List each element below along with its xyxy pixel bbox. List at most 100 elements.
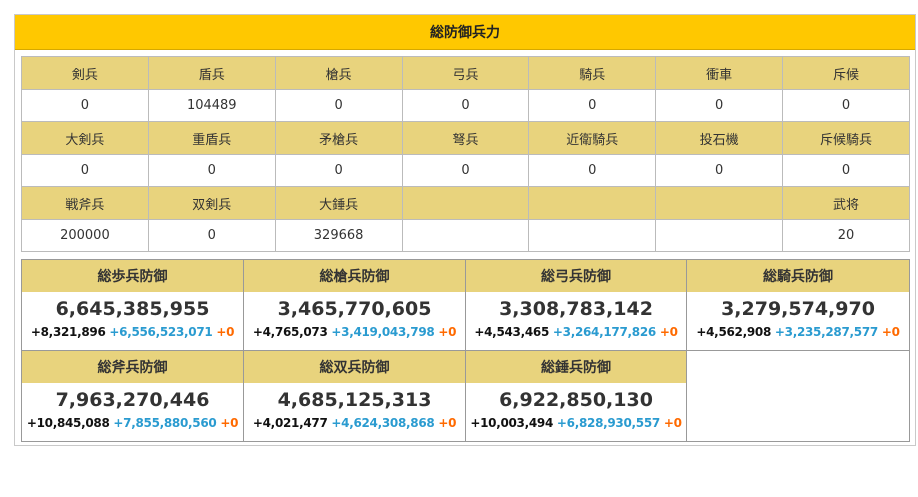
defense-bonus: +3,419,043,798 <box>331 325 435 339</box>
unit-count: 104489 <box>147 89 276 122</box>
unit-header: 大錘兵 <box>274 186 403 220</box>
unit-count: 0 <box>274 89 403 122</box>
unit-header: 重盾兵 <box>147 121 276 155</box>
unit-header-empty <box>401 186 530 220</box>
unit-count: 0 <box>655 89 784 122</box>
unit-count: 200000 <box>21 219 149 252</box>
unit-header: 武将 <box>782 186 910 220</box>
defense-total-label: 総斧兵防御 <box>22 351 243 383</box>
unit-count: 0 <box>147 219 276 252</box>
unit-header: 斥候騎兵 <box>782 121 910 155</box>
unit-count: 0 <box>528 89 657 122</box>
defense-total-label: 総騎兵防御 <box>687 260 909 292</box>
unit-value-row: 0 104489 0 0 0 0 0 <box>21 89 910 122</box>
defense-breakdown: +4,562,908 +3,235,287,577 +0 <box>687 325 909 339</box>
unit-value-row: 0 0 0 0 0 0 0 <box>21 154 910 187</box>
unit-header-empty <box>528 186 657 220</box>
unit-count: 0 <box>528 154 657 187</box>
defense-extra: +0 <box>438 416 457 430</box>
defense-bonus: +3,264,177,826 <box>552 325 656 339</box>
unit-header: 近衛騎兵 <box>528 121 657 155</box>
unit-count-empty <box>655 219 784 252</box>
defense-total-label: 総双兵防御 <box>244 351 465 383</box>
defense-breakdown: +10,003,494 +6,828,930,557 +0 <box>466 416 686 430</box>
defense-total-label: 総弓兵防御 <box>466 260 686 292</box>
unit-count: 0 <box>655 154 784 187</box>
defense-total-value: 3,308,783,142 <box>499 298 653 320</box>
unit-count-empty <box>401 219 530 252</box>
defense-total-value: 7,963,270,446 <box>55 389 210 411</box>
unit-header: 斥候 <box>782 56 910 90</box>
defense-extra: +0 <box>659 325 678 339</box>
defense-base: +4,021,477 <box>252 416 328 430</box>
total-defense-panel: 総防御兵力 剣兵 盾兵 槍兵 弓兵 騎兵 衝車 斥候 0 104489 0 0 … <box>14 14 916 446</box>
unit-header-empty <box>655 186 784 220</box>
defense-total-cell: 総歩兵防御 6,645,385,955 +8,321,896 +6,556,52… <box>22 260 244 351</box>
defense-bonus: +3,235,287,577 <box>774 325 878 339</box>
unit-header: 大剣兵 <box>21 121 149 155</box>
defense-base: +10,845,088 <box>26 416 110 430</box>
defense-total-cell: 総槍兵防御 3,465,770,605 +4,765,073 +3,419,04… <box>244 260 466 351</box>
defense-base: +4,562,908 <box>696 325 771 339</box>
defense-total-label: 総槍兵防御 <box>244 260 465 292</box>
defense-total-label: 総歩兵防御 <box>22 260 243 292</box>
defense-total-label: 総錘兵防御 <box>466 351 686 383</box>
defense-breakdown: +8,321,896 +6,556,523,071 +0 <box>22 325 243 339</box>
defense-bonus: +6,828,930,557 <box>556 416 660 430</box>
unit-count-empty <box>528 219 657 252</box>
unit-count-table: 剣兵 盾兵 槍兵 弓兵 騎兵 衝車 斥候 0 104489 0 0 0 0 0 … <box>21 56 910 252</box>
defense-extra: +0 <box>438 325 457 339</box>
defense-total-value: 3,465,770,605 <box>277 298 432 320</box>
defense-total-value: 3,279,574,970 <box>721 298 875 320</box>
defense-total-cell: 総弓兵防御 3,308,783,142 +4,543,465 +3,264,17… <box>466 260 687 351</box>
unit-count: 329668 <box>274 219 403 252</box>
defense-extra: +0 <box>220 416 239 430</box>
unit-count: 0 <box>782 89 910 122</box>
defense-total-value: 4,685,125,313 <box>277 389 432 411</box>
defense-total-cell: 総斧兵防御 7,963,270,446 +10,845,088 +7,855,8… <box>22 351 244 441</box>
unit-count: 0 <box>21 154 149 187</box>
unit-count: 0 <box>401 154 530 187</box>
unit-header: 剣兵 <box>21 56 149 90</box>
unit-header: 盾兵 <box>147 56 276 90</box>
panel-title: 総防御兵力 <box>15 15 915 50</box>
defense-total-empty-cell <box>687 351 909 441</box>
unit-header-row: 大剣兵 重盾兵 矛槍兵 弩兵 近衛騎兵 投石機 斥候騎兵 <box>21 121 910 155</box>
unit-header: 槍兵 <box>274 56 403 90</box>
defense-total-cell: 総錘兵防御 6,922,850,130 +10,003,494 +6,828,9… <box>466 351 687 441</box>
defense-base: +4,543,465 <box>474 325 549 339</box>
defense-bonus: +7,855,880,560 <box>113 416 217 430</box>
defense-bonus: +4,624,308,868 <box>331 416 435 430</box>
unit-count: 0 <box>782 154 910 187</box>
unit-value-row: 200000 0 329668 20 <box>21 219 910 252</box>
defense-bonus: +6,556,523,071 <box>109 325 213 339</box>
unit-header: 弩兵 <box>401 121 530 155</box>
unit-header: 騎兵 <box>528 56 657 90</box>
unit-count: 0 <box>21 89 149 122</box>
unit-header: 矛槍兵 <box>274 121 403 155</box>
unit-header: 戦斧兵 <box>21 186 149 220</box>
defense-breakdown: +10,845,088 +7,855,880,560 +0 <box>22 416 243 430</box>
defense-totals-grid: 総歩兵防御 6,645,385,955 +8,321,896 +6,556,52… <box>21 259 910 442</box>
defense-breakdown: +4,765,073 +3,419,043,798 +0 <box>244 325 465 339</box>
unit-header-row: 剣兵 盾兵 槍兵 弓兵 騎兵 衝車 斥候 <box>21 56 910 90</box>
defense-base: +8,321,896 <box>30 325 106 339</box>
defense-breakdown: +4,021,477 +4,624,308,868 +0 <box>244 416 465 430</box>
unit-header: 投石機 <box>655 121 784 155</box>
defense-total-value: 6,922,850,130 <box>499 389 653 411</box>
defense-base: +4,765,073 <box>252 325 328 339</box>
defense-extra: +0 <box>216 325 235 339</box>
unit-count: 0 <box>274 154 403 187</box>
unit-header-row: 戦斧兵 双剣兵 大錘兵 武将 <box>21 186 910 220</box>
unit-header: 双剣兵 <box>147 186 276 220</box>
unit-header: 衝車 <box>655 56 784 90</box>
defense-total-cell: 総双兵防御 4,685,125,313 +4,021,477 +4,624,30… <box>244 351 466 441</box>
unit-count: 0 <box>147 154 276 187</box>
defense-breakdown: +4,543,465 +3,264,177,826 +0 <box>466 325 686 339</box>
defense-base: +10,003,494 <box>470 416 554 430</box>
defense-extra: +0 <box>663 416 682 430</box>
defense-total-cell: 総騎兵防御 3,279,574,970 +4,562,908 +3,235,28… <box>687 260 909 351</box>
unit-header: 弓兵 <box>401 56 530 90</box>
unit-count: 0 <box>401 89 530 122</box>
defense-total-value: 6,645,385,955 <box>55 298 210 320</box>
